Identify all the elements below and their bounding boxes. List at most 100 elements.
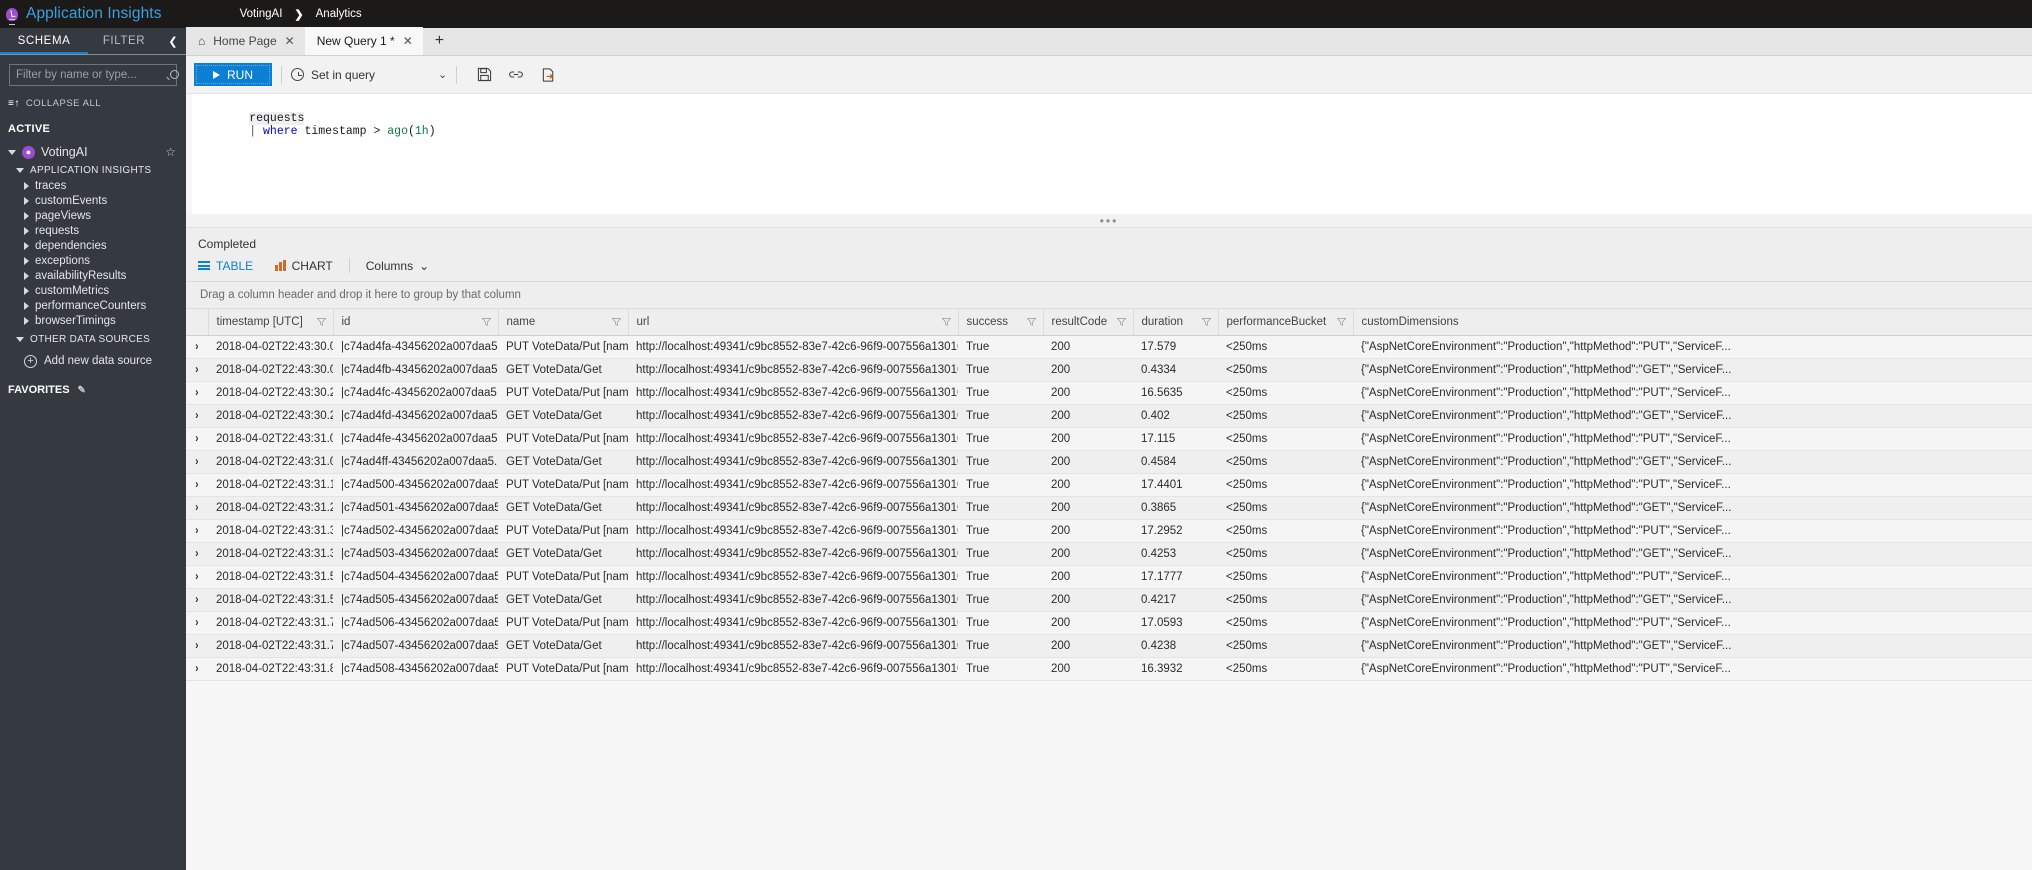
chevron-right-icon[interactable] xyxy=(24,181,29,190)
schema-filter-box[interactable] xyxy=(9,64,179,86)
sidebar-item-customevents[interactable]: customEvents xyxy=(0,193,186,208)
chevron-down-icon[interactable]: ⌄ xyxy=(438,68,447,81)
breadcrumb-item-analytics[interactable]: Analytics xyxy=(316,8,362,20)
row-expand-icon[interactable]: › xyxy=(186,496,208,520)
group-by-dropzone[interactable]: Drag a column header and drop it here to… xyxy=(186,282,2032,309)
chevron-right-icon[interactable] xyxy=(24,316,29,325)
table-row[interactable]: ›2018-04-02T22:43:31.750|c74ad507-434562… xyxy=(186,634,2032,658)
column-header-performancebucket[interactable]: performanceBucket xyxy=(1218,309,1354,336)
chevron-down-icon[interactable] xyxy=(16,168,24,173)
sidebar-item-availabilityresults[interactable]: availabilityResults xyxy=(0,268,186,283)
filter-icon[interactable] xyxy=(316,317,326,326)
table-row[interactable]: ›2018-04-02T22:43:30.209|c74ad4fc-434562… xyxy=(186,381,2032,405)
column-header-timestamp[interactable]: timestamp [UTC] xyxy=(208,309,334,336)
row-expand-icon[interactable]: › xyxy=(186,542,208,566)
row-expand-icon[interactable]: › xyxy=(186,519,208,543)
columns-dropdown[interactable]: Columns ⌄ xyxy=(366,259,429,273)
save-icon[interactable] xyxy=(476,67,492,83)
row-expand-icon[interactable]: › xyxy=(186,404,208,428)
filter-icon[interactable] xyxy=(611,317,621,326)
add-data-source-button[interactable]: + Add new data source xyxy=(0,350,186,372)
pencil-icon[interactable]: ✎ xyxy=(78,385,86,396)
column-header-name[interactable]: name xyxy=(498,309,629,336)
filter-icon[interactable] xyxy=(481,317,491,326)
tab-chart-view[interactable]: CHART xyxy=(275,259,333,273)
tab-filter[interactable]: FILTER xyxy=(88,28,160,54)
filter-icon[interactable] xyxy=(941,317,951,326)
favorite-star-icon[interactable]: ☆ xyxy=(165,145,176,159)
table-row[interactable]: ›2018-04-02T22:43:31.725|c74ad506-434562… xyxy=(186,611,2032,635)
close-icon[interactable]: ✕ xyxy=(403,35,413,47)
row-expand-icon[interactable]: › xyxy=(186,634,208,658)
chevron-right-icon[interactable] xyxy=(24,286,29,295)
filter-icon[interactable] xyxy=(1336,317,1346,326)
sidebar-item-custommetrics[interactable]: customMetrics xyxy=(0,283,186,298)
table-row[interactable]: ›2018-04-02T22:43:31.038|c74ad4fe-434562… xyxy=(186,427,2032,451)
column-header-customdimensions[interactable]: customDimensions xyxy=(1353,309,2032,336)
column-header-resultcode[interactable]: resultCode xyxy=(1043,309,1134,336)
sidebar-item-requests[interactable]: requests xyxy=(0,223,186,238)
time-range-selector[interactable]: Set in query ⌄ xyxy=(291,68,447,82)
collapse-all-button[interactable]: ≡↑ COLLAPSE ALL xyxy=(0,90,186,117)
tree-node-votingai[interactable]: ● VotingAI ☆ xyxy=(0,141,186,163)
filter-icon[interactable] xyxy=(1201,317,1211,326)
row-expand-icon[interactable]: › xyxy=(186,657,208,681)
link-icon[interactable] xyxy=(508,67,524,83)
sidebar-item-performancecounters[interactable]: performanceCounters xyxy=(0,298,186,313)
column-header-duration[interactable]: duration xyxy=(1133,309,1219,336)
sidebar-item-pageviews[interactable]: pageViews xyxy=(0,208,186,223)
close-icon[interactable]: ✕ xyxy=(285,35,295,47)
row-expand-icon[interactable]: › xyxy=(186,381,208,405)
table-row[interactable]: ›2018-04-02T22:43:31.399|c74ad503-434562… xyxy=(186,542,2032,566)
results-table-container[interactable]: timestamp [UTC] id name url success resu… xyxy=(186,309,2032,870)
chevron-right-icon[interactable] xyxy=(24,241,29,250)
row-expand-icon[interactable]: › xyxy=(186,588,208,612)
column-header-url[interactable]: url xyxy=(628,309,959,336)
chevron-right-icon[interactable] xyxy=(24,211,29,220)
chevron-right-icon[interactable] xyxy=(24,256,29,265)
sidebar-item-browsertimings[interactable]: browserTimings xyxy=(0,313,186,328)
table-row[interactable]: ›2018-04-02T22:43:30.029|c74ad4fb-434562… xyxy=(186,358,2032,382)
search-input[interactable] xyxy=(16,69,170,81)
row-expand-icon[interactable]: › xyxy=(186,335,208,359)
table-row[interactable]: ›2018-04-02T22:43:30.004|c74ad4fa-434562… xyxy=(186,335,2032,359)
sidebar-collapse-icon[interactable]: ❮ xyxy=(160,28,186,54)
column-header-id[interactable]: id xyxy=(333,309,499,336)
tab-new-query-1[interactable]: New Query 1 * ✕ xyxy=(304,27,423,55)
table-row[interactable]: ›2018-04-02T22:43:31.566|c74ad505-434562… xyxy=(186,588,2032,612)
query-editor[interactable]: requests | where timestamp > ago(1h) xyxy=(186,94,2032,214)
run-button[interactable]: RUN xyxy=(194,63,272,86)
row-expand-icon[interactable]: › xyxy=(186,427,208,451)
tab-table-view[interactable]: TABLE xyxy=(198,259,253,273)
chevron-right-icon[interactable] xyxy=(24,271,29,280)
chevron-right-icon[interactable] xyxy=(24,196,29,205)
chevron-down-icon[interactable] xyxy=(8,149,16,155)
export-icon[interactable] xyxy=(540,67,556,83)
filter-icon[interactable] xyxy=(1116,317,1126,326)
column-header-success[interactable]: success xyxy=(958,309,1044,336)
sidebar-item-exceptions[interactable]: exceptions xyxy=(0,253,186,268)
panel-splitter[interactable]: ••• xyxy=(186,214,2032,228)
table-row[interactable]: ›2018-04-02T22:43:31.221|c74ad501-434562… xyxy=(186,496,2032,520)
table-row[interactable]: ›2018-04-02T22:43:31.375|c74ad502-434562… xyxy=(186,519,2032,543)
table-row[interactable]: ›2018-04-02T22:43:31.541|c74ad504-434562… xyxy=(186,565,2032,589)
new-tab-button[interactable]: + xyxy=(423,27,456,55)
table-row[interactable]: ›2018-04-02T22:43:30.233|c74ad4fd-434562… xyxy=(186,404,2032,428)
sidebar-item-dependencies[interactable]: dependencies xyxy=(0,238,186,253)
row-expand-icon[interactable]: › xyxy=(186,358,208,382)
tree-group-other-data-sources[interactable]: OTHER DATA SOURCES xyxy=(0,328,186,350)
chevron-right-icon[interactable] xyxy=(24,301,29,310)
breadcrumb-item-resource[interactable]: VotingAI xyxy=(240,8,283,20)
chevron-right-icon[interactable] xyxy=(24,226,29,235)
table-row[interactable]: ›2018-04-02T22:43:31.197|c74ad500-434562… xyxy=(186,473,2032,497)
tab-home-page[interactable]: ⌂ Home Page ✕ xyxy=(186,27,305,55)
table-row[interactable]: ›2018-04-02T22:43:31.895|c74ad508-434562… xyxy=(186,657,2032,681)
filter-icon[interactable] xyxy=(1026,317,1036,326)
row-expand-icon[interactable]: › xyxy=(186,611,208,635)
tree-group-application-insights[interactable]: APPLICATION INSIGHTS xyxy=(0,163,186,178)
row-expand-icon[interactable]: › xyxy=(186,565,208,589)
tab-schema[interactable]: SCHEMA xyxy=(0,28,88,54)
row-expand-icon[interactable]: › xyxy=(186,450,208,474)
table-row[interactable]: ›2018-04-02T22:43:31.064|c74ad4ff-434562… xyxy=(186,450,2032,474)
chevron-down-icon[interactable] xyxy=(16,336,24,342)
